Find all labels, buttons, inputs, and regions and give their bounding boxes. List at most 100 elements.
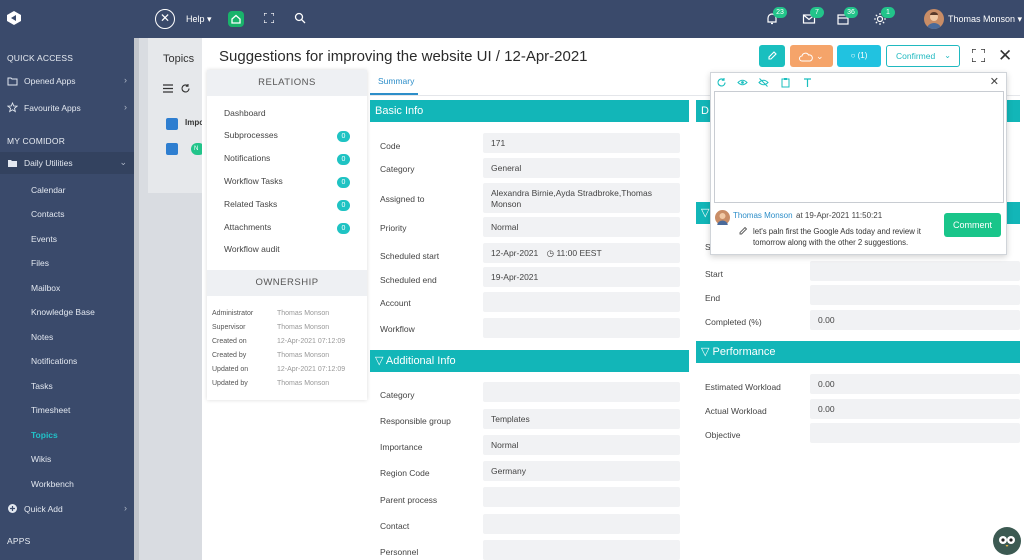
additional-category-field[interactable] — [483, 382, 680, 402]
sidebar-item-files[interactable]: Files — [31, 258, 49, 268]
scheduled-end-field[interactable]: 19-Apr-2021 — [483, 267, 680, 287]
sidebar-item-opened-apps[interactable]: Opened Apps › — [0, 70, 134, 92]
comment-author[interactable]: Thomas Monson — [733, 211, 793, 220]
personnel-field[interactable] — [483, 540, 680, 560]
end-field[interactable] — [810, 285, 1020, 305]
sidebar-item-tasks[interactable]: Tasks — [31, 381, 53, 391]
sidebar-item-workbench[interactable]: Workbench — [31, 479, 74, 489]
background-page-title: Topics — [163, 53, 195, 65]
ownership-label: Supervisor — [212, 324, 246, 331]
count-badge: 0 — [337, 177, 350, 188]
user-menu[interactable]: Thomas Monson ▾ — [948, 14, 1022, 25]
parent-process-field[interactable] — [483, 487, 680, 507]
field-label: Account — [380, 298, 411, 308]
eye-off-icon[interactable] — [758, 77, 769, 88]
tasks-badge: 36 — [844, 7, 858, 18]
account-field[interactable] — [483, 292, 680, 312]
field-label: Responsible group — [380, 416, 451, 426]
home-button[interactable] — [228, 11, 244, 27]
sidebar-item-contacts[interactable]: Contacts — [31, 209, 65, 219]
tab-summary[interactable]: Summary — [378, 76, 414, 86]
sidebar-item-favourite-apps[interactable]: Favourite Apps › — [0, 97, 134, 119]
actual-workload-field[interactable]: 0.00 — [810, 399, 1020, 419]
page-title: Suggestions for improving the website UI… — [219, 48, 588, 65]
refresh-icon[interactable] — [180, 83, 191, 94]
status-dropdown[interactable]: Confirmed ⌄ — [886, 45, 960, 67]
relation-dashboard[interactable]: Dashboard — [224, 108, 266, 118]
code-field[interactable]: 171 — [483, 133, 680, 153]
sidebar-item-notes[interactable]: Notes — [31, 332, 53, 342]
folder-icon — [7, 77, 18, 86]
assistant-bot-icon[interactable] — [993, 527, 1021, 555]
fullscreen-icon[interactable] — [972, 49, 985, 62]
additional-info-header[interactable]: ▽ Additional Info — [370, 350, 689, 372]
priority-field[interactable]: Normal — [483, 217, 680, 237]
sidebar-item-daily-utilities[interactable]: Daily Utilities ⌄ — [0, 152, 134, 174]
sidebar-item-events[interactable]: Events — [31, 234, 57, 244]
sidebar-item-quick-add[interactable]: Quick Add › — [0, 498, 134, 520]
comidor-logo[interactable] — [6, 10, 22, 26]
close-circle-icon[interactable]: ✕ — [155, 9, 175, 29]
field-label: Category — [380, 164, 415, 174]
sidebar-item-knowledge-base[interactable]: Knowledge Base — [31, 307, 95, 317]
estimated-workload-field[interactable]: 0.00 — [810, 374, 1020, 394]
sidebar-item-topics[interactable]: Topics — [31, 430, 58, 440]
comment-submit-button[interactable]: Comment — [944, 213, 1001, 237]
star-icon — [7, 102, 18, 113]
region-code-field[interactable]: Germany — [483, 461, 680, 481]
responsible-group-field[interactable]: Templates — [483, 409, 680, 429]
section-title: Performance — [712, 346, 776, 358]
field-label: Priority — [380, 223, 407, 233]
sidebar-item-notifications[interactable]: Notifications — [31, 356, 77, 366]
relation-attachments[interactable]: Attachments — [224, 222, 271, 232]
comments-button[interactable]: ○ (1) — [837, 45, 881, 67]
scheduled-start-field[interactable]: 12-Apr-2021 ◷ 11:00 EEST — [483, 243, 680, 263]
comment-date: at 19-Apr-2021 11:50:21 — [796, 211, 883, 220]
start-field[interactable] — [810, 261, 1020, 281]
workflow-field[interactable] — [483, 318, 680, 338]
comment-body: let's paln first the Google Ads today an… — [753, 227, 921, 247]
completed-field[interactable]: 0.00 — [810, 310, 1020, 330]
clipboard-icon[interactable] — [780, 77, 791, 88]
avatar[interactable] — [924, 9, 944, 29]
row-checkbox[interactable] — [166, 143, 178, 155]
performance-header[interactable]: ▽ Performance — [696, 341, 1020, 363]
assigned-to-field[interactable]: Alexandra Birnie,Ayda Stradbroke,Thomas … — [483, 183, 680, 213]
comment-textarea[interactable] — [714, 91, 1004, 203]
sidebar-item-timesheet[interactable]: Timesheet — [31, 405, 70, 415]
eye-icon[interactable] — [737, 77, 748, 88]
objective-field[interactable] — [810, 423, 1020, 443]
category-field[interactable]: General — [483, 158, 680, 178]
expand-icon[interactable] — [264, 13, 274, 23]
close-icon[interactable]: ✕ — [998, 47, 1012, 64]
chevron-right-icon: › — [124, 503, 127, 513]
menu-icon[interactable] — [163, 84, 173, 93]
sidebar-item-label: Favourite Apps — [24, 103, 81, 113]
refresh-icon[interactable] — [716, 77, 727, 88]
chevron-down-icon: ⌄ — [119, 157, 127, 167]
select-all-checkbox[interactable] — [166, 118, 178, 130]
relation-workflow-tasks[interactable]: Workflow Tasks — [224, 176, 283, 186]
ownership-label: Created by — [212, 352, 247, 359]
sidebar-item-mailbox[interactable]: Mailbox — [31, 283, 60, 293]
relation-subprocesses[interactable]: Subprocesses — [224, 130, 278, 140]
edit-button[interactable] — [759, 45, 785, 67]
sidebar-scrollbar[interactable] — [134, 38, 139, 560]
help-menu[interactable]: Help ▾ — [186, 14, 212, 25]
basic-info-header[interactable]: Basic Info — [370, 100, 689, 122]
field-label: Category — [380, 390, 415, 400]
pencil-icon[interactable] — [739, 226, 748, 235]
close-icon[interactable]: ✕ — [990, 75, 999, 88]
sidebar-item-wikis[interactable]: Wikis — [31, 454, 51, 464]
search-icon[interactable] — [294, 12, 306, 24]
contact-field[interactable] — [483, 514, 680, 534]
relation-related-tasks[interactable]: Related Tasks — [224, 199, 277, 209]
importance-field[interactable]: Normal — [483, 435, 680, 455]
relation-workflow-audit[interactable]: Workflow audit — [224, 244, 280, 254]
sidebar-item-calendar[interactable]: Calendar — [31, 185, 66, 195]
upload-button[interactable]: ⌄ — [790, 45, 833, 67]
field-label: Code — [380, 141, 401, 151]
field-label: End — [705, 293, 721, 303]
relation-notifications[interactable]: Notifications — [224, 153, 270, 163]
text-format-icon[interactable] — [802, 77, 813, 88]
